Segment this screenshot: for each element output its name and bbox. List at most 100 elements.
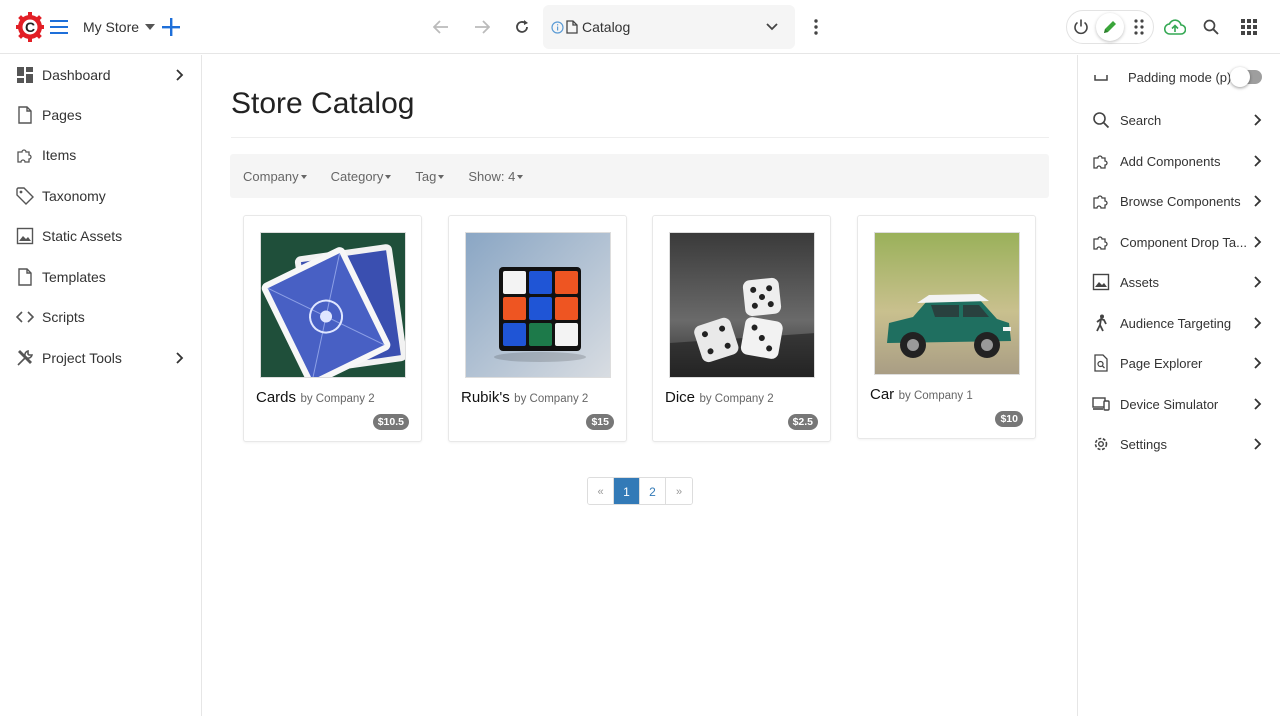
filter-show[interactable]: Show: 4 [468,169,524,184]
panel-item-label: Add Components [1120,153,1221,169]
chevron-right-icon [1254,438,1262,450]
preview-area: Store Catalog Company Category Tag Show:… [203,55,1076,716]
panel-item-add-components[interactable]: Add Components [1078,141,1280,181]
nav-item-project-tools[interactable]: Project Tools [0,338,202,378]
panel-item-browse-components[interactable]: Browse Components [1078,181,1280,221]
apps-grid-icon[interactable] [1238,15,1260,39]
filter-bar: Company Category Tag Show: 4 [230,154,1049,198]
chevron-right-icon [1254,276,1262,288]
filter-category[interactable]: Category [331,169,392,184]
price-badge: $15 [586,414,614,430]
forward-arrow-icon[interactable] [471,15,493,39]
price-badge: $10 [995,411,1023,427]
pagination-page-2[interactable]: 2 [640,478,666,504]
chevron-right-icon [1254,398,1262,410]
site-name: My Store [83,19,140,35]
nav-label: Project Tools [42,350,122,366]
site-selector[interactable]: My Store [83,15,156,39]
page-search-icon [1094,354,1108,372]
padding-mode-label: Padding mode (p) [1128,69,1232,85]
puzzle-icon [17,149,32,163]
drag-handle-icon[interactable] [1128,15,1150,39]
cloud-upload-icon[interactable] [1162,15,1188,39]
left-navigation: Dashboard Pages Items Taxonomy Static As… [0,55,202,716]
address-bar[interactable]: Catalog [543,5,795,49]
image-icon [1092,273,1110,291]
panel-item-device-simulator[interactable]: Device Simulator [1078,384,1280,424]
caret-down-icon [438,174,445,179]
edit-pencil-icon[interactable] [1096,13,1124,41]
panel-item-label: Device Simulator [1120,396,1219,412]
product-company: by Company 1 [898,390,973,402]
pagination-page-1[interactable]: 1 [614,478,640,504]
panel-item-settings[interactable]: Settings [1078,424,1280,464]
price-badge: $10.5 [372,414,409,430]
product-info: Cards by Company 2 [256,389,375,407]
gear-icon [1094,437,1108,451]
product-name: Rubik's [461,389,510,406]
product-name: Dice [665,389,696,406]
reload-icon[interactable] [511,15,533,39]
address-label: Catalog [582,19,631,35]
product-info: Dice by Company 2 [665,389,774,407]
panel-item-search[interactable]: Search [1078,100,1280,140]
product-info: Rubik's by Company 2 [461,389,588,407]
panel-item-audience-targeting[interactable]: Audience Targeting [1078,303,1280,343]
chevron-right-icon [1254,317,1262,329]
nav-item-scripts[interactable]: Scripts [0,297,202,337]
filter-tag[interactable]: Tag [415,169,445,184]
product-company: by Company 2 [514,393,589,405]
product-info: Car by Company 1 [870,386,973,404]
page-title: Store Catalog [231,87,415,120]
panel-item-page-explorer[interactable]: Page Explorer [1078,343,1280,383]
pagination-next[interactable]: » [666,478,692,504]
product-image-rubiks [465,232,611,378]
back-arrow-icon[interactable] [430,15,452,39]
nav-label: Taxonomy [42,188,106,204]
padding-mode-toggle[interactable] [1230,67,1262,87]
hamburger-menu-icon[interactable] [48,15,70,39]
product-card[interactable]: Cards by Company 2 $10.5 [243,215,422,442]
pagination-prev[interactable]: « [588,478,614,504]
chevron-right-icon [1254,195,1262,207]
panel-item-assets[interactable]: Assets [1078,262,1280,302]
panel-item-component-drop-targets[interactable]: Component Drop Ta... [1078,222,1280,262]
chevron-right-icon [1254,155,1262,167]
page-icon [18,106,32,124]
nav-item-templates[interactable]: Templates [0,257,202,297]
nav-item-taxonomy[interactable]: Taxonomy [0,176,202,216]
toggle-knob [1230,67,1250,87]
nav-item-pages[interactable]: Pages [0,95,202,135]
product-card[interactable]: Dice by Company 2 $2.5 [652,215,831,442]
crafter-logo-icon[interactable]: C [16,12,44,42]
nav-label: Static Assets [42,228,123,244]
product-card[interactable]: Car by Company 1 $10 [857,215,1036,439]
product-card[interactable]: Rubik's by Company 2 $15 [448,215,627,442]
panel-item-label: Component Drop Ta... [1120,234,1247,250]
chevron-down-icon[interactable] [766,23,778,31]
search-icon[interactable] [1200,15,1222,39]
nav-label: Templates [42,269,106,285]
filter-label: Company [243,168,299,184]
nav-item-static-assets[interactable]: Static Assets [0,216,202,256]
more-options-icon[interactable] [805,15,827,39]
chevron-right-icon [176,69,184,81]
add-content-button[interactable] [160,15,182,39]
filter-company[interactable]: Company [243,169,307,184]
product-name: Cards [256,389,297,406]
image-icon [16,227,34,245]
panel-item-label: Browse Components [1120,193,1241,209]
panel-item-label: Audience Targeting [1120,315,1232,331]
nav-item-items[interactable]: Items [0,135,202,175]
caret-down-icon [300,174,307,179]
power-icon[interactable] [1070,15,1092,39]
puzzle-icon [1093,236,1108,250]
nav-item-dashboard[interactable]: Dashboard [0,55,202,95]
product-company: by Company 2 [699,393,774,405]
product-name: Car [870,386,895,403]
panel-item-label: Search [1120,112,1162,128]
nav-label: Items [42,147,77,163]
search-icon [1093,112,1110,129]
tools-panel: Padding mode (p) Search Add Components B… [1077,55,1280,716]
chevron-right-icon [1254,114,1262,126]
